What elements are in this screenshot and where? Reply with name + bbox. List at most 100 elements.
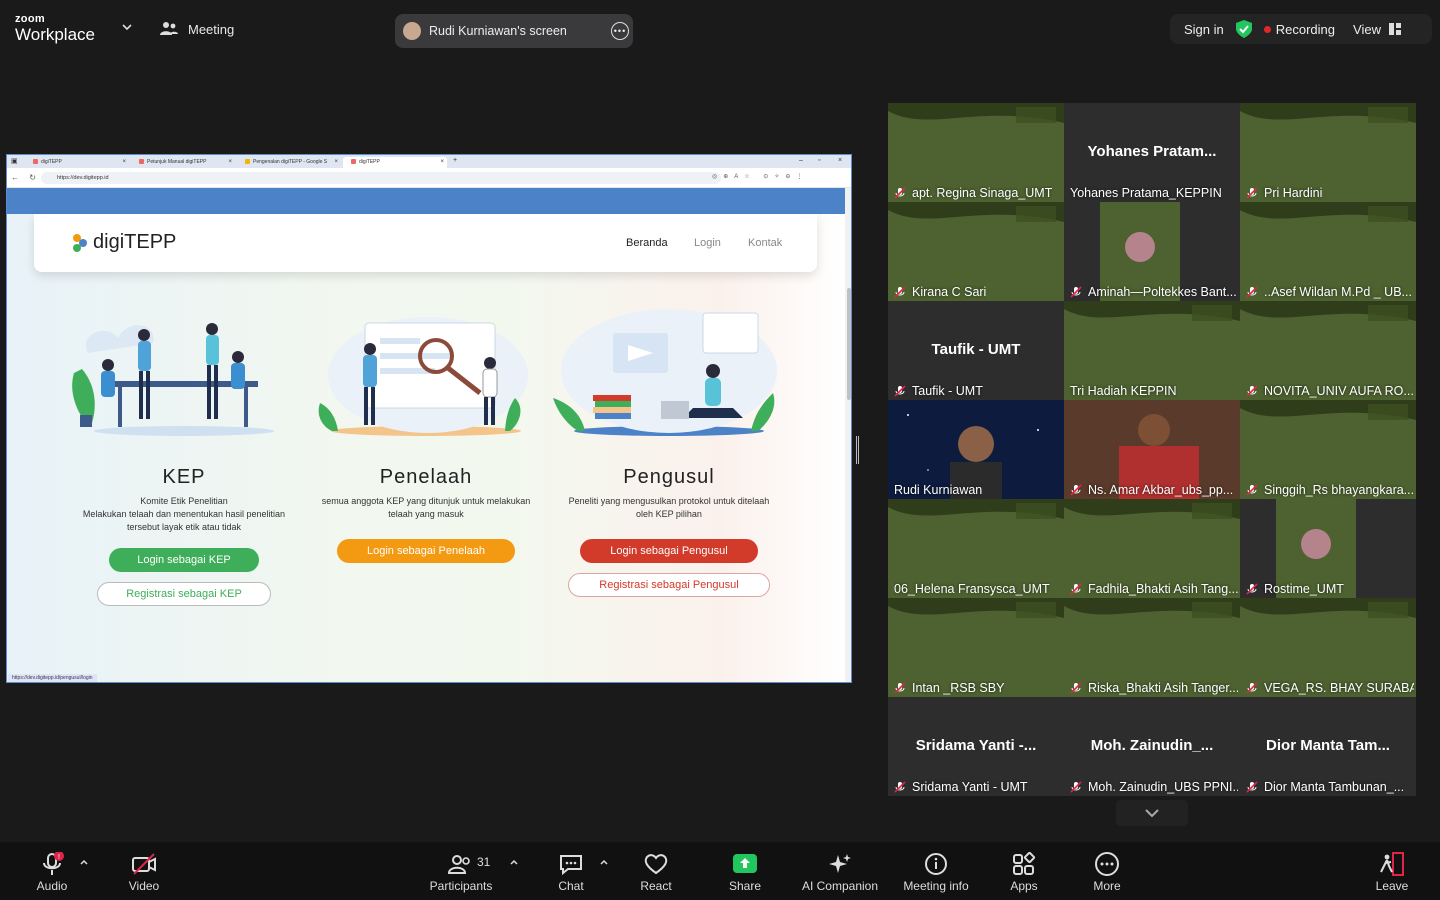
browser-tab[interactable]: digiTEPP × [25,157,129,168]
close-tab-icon[interactable]: × [440,157,444,168]
address-bar[interactable]: https://dev.digitepp.id [41,172,721,184]
new-tab-icon[interactable]: + [453,157,457,164]
register-kep-button[interactable]: Registrasi sebagai KEP [97,582,271,606]
participant-tile[interactable]: Yohanes Pratam... Yohanes Pratama_KEPPIN [1064,103,1240,202]
chevron-down-icon[interactable] [120,22,134,32]
video-button[interactable]: Video [122,852,166,898]
participant-name-text: Aminah—Poltekkes Bant... [1088,285,1237,299]
register-pengusul-button[interactable]: Registrasi sebagai Pengusul [568,573,770,597]
site-header: digiTEPP Beranda Login Kontak [34,214,817,272]
nav-kontak[interactable]: Kontak [748,237,782,249]
pengusul-section: Pengusul Peneliti yang mengusulkan proto… [553,303,785,597]
grid-view-icon[interactable] [1388,23,1401,35]
zoom-logo: zoom Workplace [15,14,95,44]
browser-tab-active[interactable]: digiTEPP × [343,157,447,168]
presenter-avatar [403,22,421,40]
participant-tile[interactable]: VEGA_RS. BHAY SURABA... [1240,598,1416,697]
login-pengusul-button[interactable]: Login sebagai Pengusul [580,539,758,563]
muted-microphone-icon [1070,682,1082,694]
more-button[interactable]: More [1088,852,1126,898]
participant-tile[interactable]: Kirana C Sari [888,202,1064,301]
participant-name-label: Sridama Yanti - UMT [894,780,1028,794]
participant-name-label: Rudi Kurniawan [894,483,982,497]
browser-tab-strip: ▣ digiTEPP × Petunjuk Manual digiTEPP × Pe… [7,155,851,168]
screen-share-indicator[interactable]: Rudi Kurniawan's screen ••• [395,14,633,48]
back-forward-reload-icons[interactable]: ← ↻ [11,173,40,182]
favicon-icon [139,159,144,165]
login-kep-button[interactable]: Login sebagai KEP [109,548,259,572]
kep-title: KEP [162,466,206,488]
kep-section: KEP Komite Etik Penelitian Melakukan tel… [68,303,300,606]
muted-microphone-icon [894,682,906,694]
recording-label[interactable]: Recording [1276,22,1335,37]
participant-tile[interactable]: Rudi Kurniawan [888,400,1064,499]
browser-extension-icons[interactable]: ◎⊕A☆ ⊙✧⊖⋮ [712,173,808,180]
digitepp-logo[interactable]: digiTEPP [69,231,176,254]
more-icon [1095,852,1119,876]
participant-tile[interactable]: Rostime_UMT [1240,499,1416,598]
participant-tile[interactable]: NOVITA_UNIV AUFA RO... [1240,301,1416,400]
participant-name-text: 06_Helena Fransysca_UMT [894,582,1050,596]
participant-tile[interactable]: Singgih_Rs bhayangkara... [1240,400,1416,499]
muted-microphone-icon [1246,484,1258,496]
react-button[interactable]: React [636,852,676,898]
participant-name-text: Tri Hadiah KEPPIN [1070,384,1177,398]
close-window-icon[interactable]: × [838,157,842,164]
meeting-info-button[interactable]: Meeting info [900,852,972,898]
participant-gallery: apt. Regina Sinaga_UMT Yohanes Pratam... Y… [888,103,1416,796]
gallery-scroll-down-button[interactable] [1116,800,1188,826]
minimize-icon[interactable]: – [799,157,803,164]
participant-tile[interactable]: Ns. Amar Akbar_ubs_pp... [1064,400,1240,499]
participant-name-text: Riska_Bhakti Asih Tanger... [1088,681,1238,695]
participant-tile[interactable]: Taufik - UMT Taufik - UMT [888,301,1064,400]
participant-tile[interactable]: Fadhila_Bhakti Asih Tang... [1064,499,1240,598]
participant-tile[interactable]: 06_Helena Fransysca_UMT [888,499,1064,598]
meeting-button[interactable]: Meeting [160,21,234,37]
participant-tile[interactable]: apt. Regina Sinaga_UMT [888,103,1064,202]
sign-in-link[interactable]: Sign in [1184,22,1224,37]
browser-tab[interactable]: Petunjuk Manual digiTEPP × [131,157,235,168]
nav-beranda[interactable]: Beranda [626,237,668,249]
close-tab-icon[interactable]: × [122,157,126,168]
login-penelaah-button[interactable]: Login sebagai Penelaah [337,539,515,563]
participant-tile[interactable]: Sridama Yanti -... Sridama Yanti - UMT [888,697,1064,796]
participant-tile[interactable]: Intan _RSB SBY [888,598,1064,697]
apps-button[interactable]: Apps [1004,852,1044,898]
nav-login[interactable]: Login [694,237,721,249]
participant-name-text: ..Asef Wildan M.Pd _ UB... [1264,285,1412,299]
tab-menu-icon[interactable]: ▣ [11,157,18,165]
more-options-icon[interactable]: ••• [611,22,629,40]
favicon-icon [33,159,38,165]
participant-tile[interactable]: Pri Hardini [1240,103,1416,202]
participant-tile[interactable]: Tri Hadiah KEPPIN [1064,301,1240,400]
split-view-drag-handle[interactable] [856,436,860,464]
participant-name-text: Pri Hardini [1264,186,1323,200]
chat-options-caret-icon[interactable] [599,858,609,866]
restore-icon[interactable]: ▫ [818,157,820,164]
participant-tile[interactable]: Moh. Zainudin_... Moh. Zainudin_UBS PPNI.… [1064,697,1240,796]
participant-tile[interactable]: Aminah—Poltekkes Bant... [1064,202,1240,301]
audio-button[interactable]: ! Audio [30,852,74,898]
muted-microphone-icon [1246,583,1258,595]
close-tab-icon[interactable]: × [334,157,338,168]
shield-check-icon[interactable] [1235,20,1252,38]
participant-name-text: apt. Regina Sinaga_UMT [912,186,1053,200]
close-tab-icon[interactable]: × [228,157,232,168]
share-button[interactable]: Share [724,852,766,898]
participant-tile[interactable]: Dior Manta Tam... Dior Manta Tambunan_... [1240,697,1416,796]
browser-tab[interactable]: Pengenalan digiTEPP - Google S × [237,157,341,168]
leave-button[interactable]: Leave [1372,852,1412,898]
view-button[interactable]: View [1353,22,1381,37]
scrollbar-thumb[interactable] [847,288,851,400]
chat-button[interactable]: Chat [552,852,590,898]
participant-tile[interactable]: Riska_Bhakti Asih Tanger... [1064,598,1240,697]
browser-tab-label: Pengenalan digiTEPP - Google S [253,159,328,165]
page-scrollbar[interactable] [845,188,851,682]
participant-name-text: Fadhila_Bhakti Asih Tang... [1088,582,1238,596]
audio-options-caret-icon[interactable] [79,858,89,866]
ai-companion-button[interactable]: AI Companion [800,852,880,898]
participants-options-caret-icon[interactable] [509,858,519,866]
muted-microphone-icon [894,286,906,298]
sparkle-icon [829,854,851,873]
participant-tile[interactable]: ..Asef Wildan M.Pd _ UB... [1240,202,1416,301]
